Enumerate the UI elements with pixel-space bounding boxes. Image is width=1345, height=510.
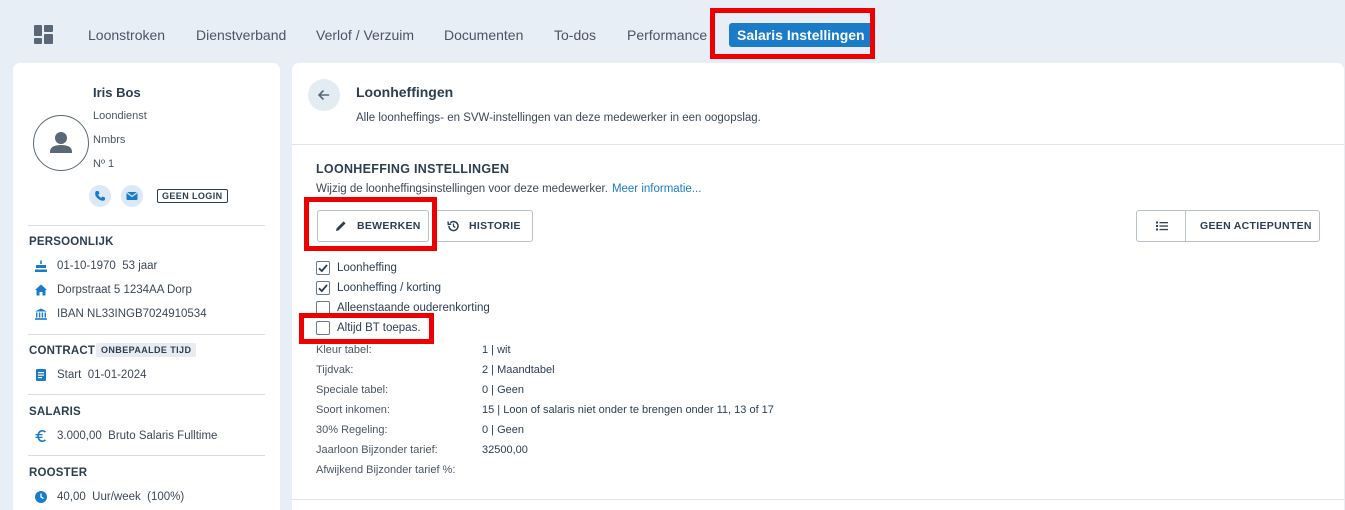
main-panel: Loonheffingen Alle loonheffings- en SVW-… bbox=[292, 63, 1344, 510]
checkbox[interactable] bbox=[316, 321, 330, 335]
action-items-label: GEEN ACTIEPUNTEN bbox=[1200, 220, 1312, 232]
mail-icon bbox=[126, 192, 138, 200]
setting-value: 15 | Loon of salaris niet onder te breng… bbox=[482, 404, 774, 416]
divider bbox=[28, 394, 265, 395]
checkbox-label: Loonheffing bbox=[337, 262, 397, 274]
birthdate: 01-10-1970 53 jaar bbox=[57, 260, 157, 272]
list-icon bbox=[1156, 221, 1168, 231]
call-button[interactable] bbox=[89, 185, 111, 207]
checkbox-altijd-bt-toepas[interactable]: Altijd BT toepas. bbox=[316, 321, 421, 335]
setting-value: 1 | wit bbox=[482, 344, 511, 356]
divider bbox=[28, 334, 265, 335]
checkbox-alleenstaande-ouderenkorting[interactable]: Alleenstaande ouderenkorting bbox=[316, 301, 490, 315]
schedule-unit: Uur/week bbox=[92, 491, 141, 503]
tab-documenten[interactable]: Documenten bbox=[444, 27, 523, 43]
contract-start: Start 01-01-2024 bbox=[57, 369, 147, 381]
edit-button-label: BEWERKEN bbox=[357, 220, 421, 232]
employee-name: Iris Bos bbox=[93, 85, 141, 100]
salary-amount: 3.000,00 bbox=[57, 430, 102, 442]
setting-value: 0 | Geen bbox=[482, 424, 524, 436]
back-button[interactable] bbox=[308, 79, 340, 111]
age-value: 53 jaar bbox=[122, 260, 158, 272]
section-description-text: Wijzig de loonheffingsinstellingen voor … bbox=[316, 183, 608, 195]
iban: IBAN NL33INGB7024910534 bbox=[57, 308, 207, 320]
checkbox-loonheffing-korting[interactable]: Loonheffing / korting bbox=[316, 281, 441, 295]
apps-grid-icon[interactable] bbox=[34, 25, 54, 45]
salary: 3.000,00 Bruto Salaris Fulltime bbox=[57, 430, 217, 442]
user-icon bbox=[49, 131, 72, 153]
divider bbox=[28, 225, 265, 226]
euro-icon bbox=[35, 429, 46, 443]
birthday-cake-icon bbox=[35, 260, 47, 272]
action-items-button[interactable]: GEEN ACTIEPUNTEN bbox=[1136, 210, 1320, 242]
employee-sidebar: Iris Bos Loondienst Nmbrs Nº 1 GEEN LOGI… bbox=[13, 63, 280, 510]
salary-section-title: SALARIS bbox=[29, 406, 81, 418]
tab-loonstroken[interactable]: Loonstroken bbox=[88, 27, 165, 43]
contract-type-badge: ONBEPAALDE TIJD bbox=[96, 343, 197, 357]
setting-label: Kleur tabel: bbox=[316, 344, 372, 356]
checkbox-loonheffing[interactable]: Loonheffing bbox=[316, 261, 397, 275]
email-button[interactable] bbox=[121, 185, 143, 207]
setting-label: Speciale tabel: bbox=[316, 384, 389, 396]
checkmark-icon bbox=[318, 284, 328, 293]
schedule: 40,00 Uur/week (100%) bbox=[57, 491, 184, 503]
home-icon bbox=[35, 284, 47, 296]
tab-todos[interactable]: To-dos bbox=[554, 27, 596, 43]
contract-section-title: CONTRACT bbox=[29, 345, 96, 357]
personal-section-title: PERSOONLIJK bbox=[29, 236, 114, 248]
schedule-hours: 40,00 bbox=[57, 491, 86, 503]
section-title: LOONHEFFING INSTELLINGEN bbox=[316, 162, 510, 176]
history-button-label: HISTORIE bbox=[469, 220, 521, 232]
divider bbox=[292, 499, 1344, 500]
history-icon bbox=[447, 220, 459, 232]
checkbox[interactable] bbox=[316, 301, 330, 315]
checkbox-label: Altijd BT toepas. bbox=[337, 322, 421, 334]
tab-dienstverband[interactable]: Dienstverband bbox=[196, 27, 286, 43]
arrow-left-icon bbox=[317, 90, 330, 100]
setting-value: 32500,00 bbox=[482, 444, 528, 456]
employee-company: Nmbrs bbox=[93, 134, 126, 146]
no-login-badge: GEEN LOGIN bbox=[157, 189, 228, 203]
employee-number: Nº 1 bbox=[93, 158, 115, 170]
contract-start-date: 01-01-2024 bbox=[87, 369, 147, 381]
salary-description: Bruto Salaris Fulltime bbox=[108, 430, 218, 442]
avatar bbox=[33, 115, 89, 171]
birthdate-value: 01-10-1970 bbox=[57, 260, 116, 272]
divider bbox=[292, 144, 1344, 145]
setting-label: Jaarloon Bijzonder tarief: bbox=[316, 444, 438, 456]
employee-department: Loondienst bbox=[93, 110, 147, 122]
checkmark-icon bbox=[318, 264, 328, 273]
button-divider bbox=[1185, 211, 1186, 241]
bank-icon bbox=[35, 308, 47, 320]
setting-label: Tijdvak: bbox=[316, 364, 354, 376]
checkbox-label: Alleenstaande ouderenkorting bbox=[337, 302, 490, 314]
setting-value: 0 | Geen bbox=[482, 384, 524, 396]
page-subtitle: Alle loonheffings- en SVW-instellingen v… bbox=[356, 112, 761, 124]
tab-performance[interactable]: Performance bbox=[627, 27, 707, 43]
checkbox[interactable] bbox=[316, 281, 330, 295]
clock-icon bbox=[35, 491, 47, 503]
page-title: Loonheffingen bbox=[356, 84, 454, 100]
tab-verlof-verzuim[interactable]: Verlof / Verzuim bbox=[316, 27, 414, 43]
setting-value: 2 | Maandtabel bbox=[482, 364, 555, 376]
edit-button[interactable]: BEWERKEN bbox=[317, 210, 429, 242]
tab-salaris-instellingen[interactable]: Salaris Instellingen bbox=[729, 23, 873, 47]
phone-icon bbox=[95, 191, 105, 201]
divider bbox=[28, 455, 265, 456]
section-description: Wijzig de loonheffingsinstellingen voor … bbox=[316, 183, 701, 195]
schedule-percentage: (100%) bbox=[147, 491, 185, 503]
checkbox-label: Loonheffing / korting bbox=[337, 282, 442, 294]
pencil-icon bbox=[336, 221, 346, 231]
checkbox[interactable] bbox=[316, 261, 330, 275]
address: Dorpstraat 5 1234AA Dorp bbox=[57, 284, 192, 296]
setting-label: Afwijkend Bijzonder tarief %: bbox=[316, 464, 456, 476]
setting-label: 30% Regeling: bbox=[316, 424, 388, 436]
more-info-link[interactable]: Meer informatie... bbox=[612, 183, 701, 195]
schedule-section-title: ROOSTER bbox=[29, 467, 88, 479]
setting-label: Soort inkomen: bbox=[316, 404, 390, 416]
history-button[interactable]: HISTORIE bbox=[433, 210, 533, 242]
top-nav: Loonstroken Dienstverband Verlof / Verzu… bbox=[0, 0, 1345, 70]
document-icon bbox=[36, 369, 46, 381]
contract-start-label: Start bbox=[57, 369, 82, 381]
